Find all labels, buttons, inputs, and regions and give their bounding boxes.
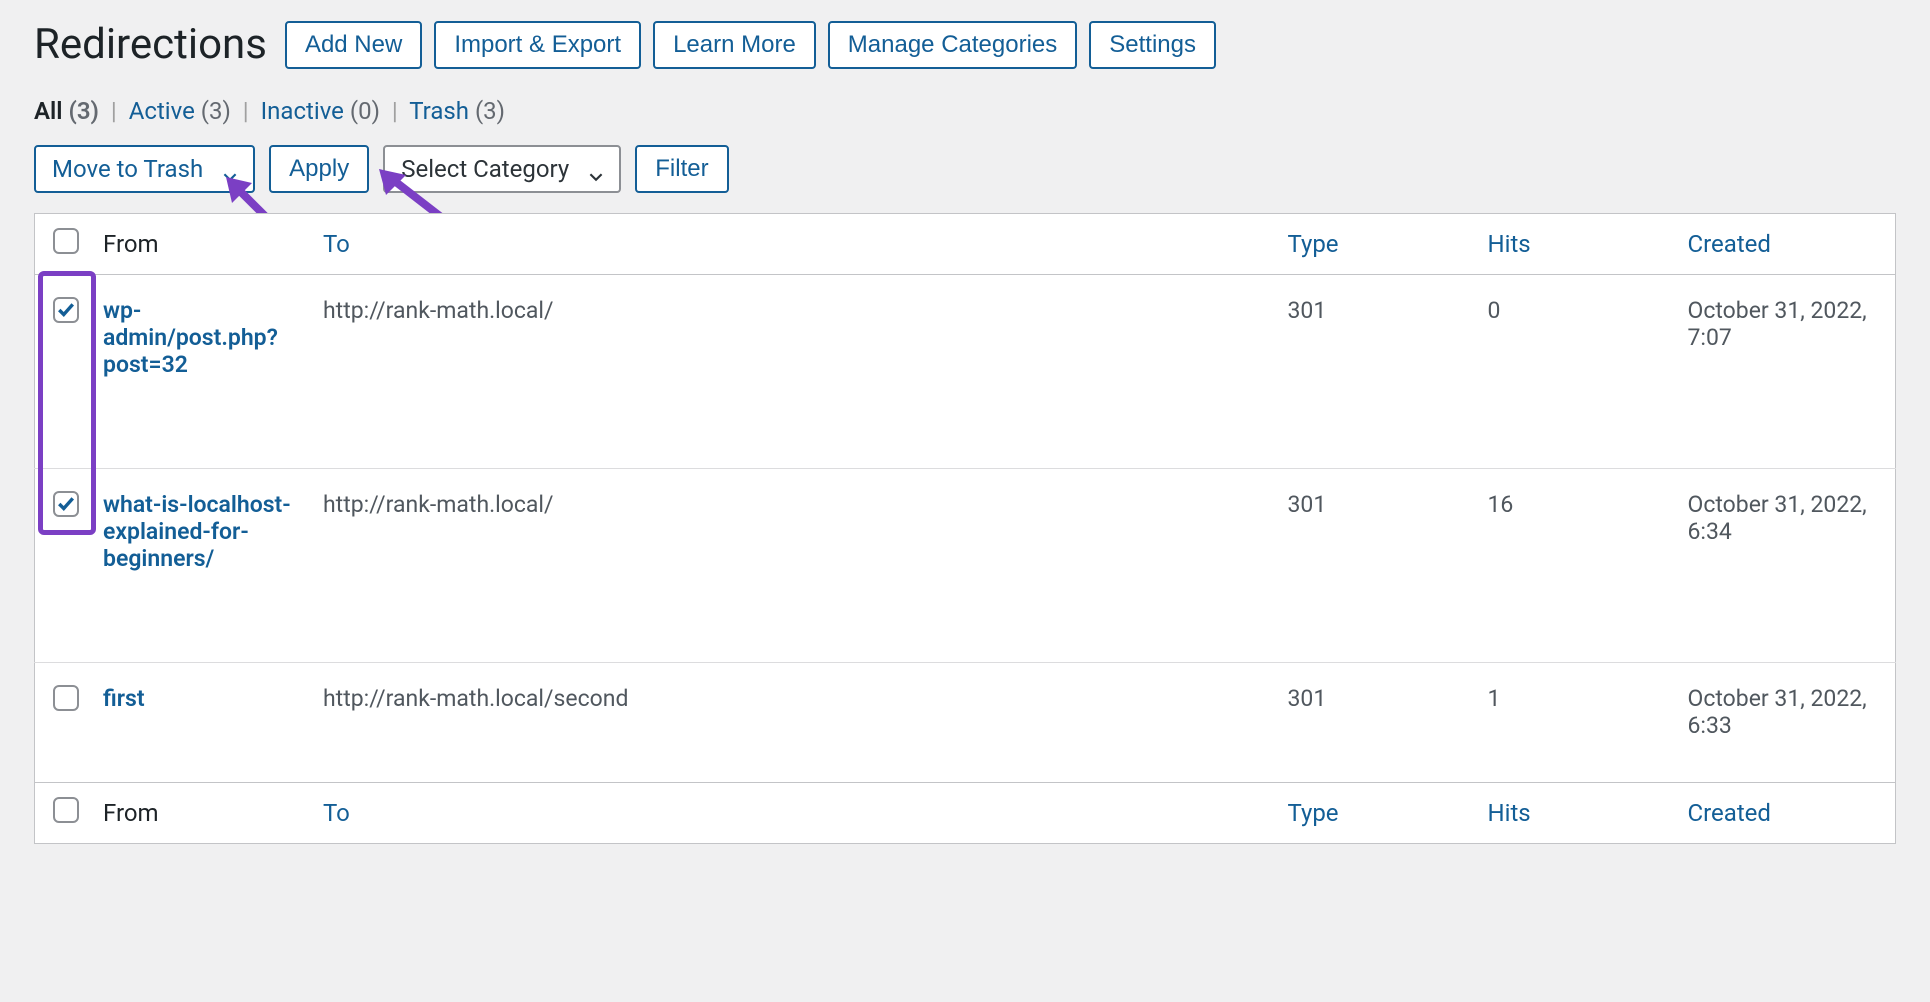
column-hits[interactable]: Hits [1476, 214, 1676, 275]
filter-button[interactable]: Filter [635, 145, 728, 193]
select-category-select[interactable]: Select Category [383, 145, 621, 193]
bulk-action-label: Move to Trash [52, 155, 203, 183]
status-filters: All (3) | Active (3) | Inactive (0) | Tr… [34, 97, 1896, 125]
manage-categories-button[interactable]: Manage Categories [828, 21, 1077, 69]
redirections-table: From To Type Hits Created wp-admin/post.… [34, 213, 1896, 844]
from-link[interactable]: wp-admin/post.php?post=32 [103, 297, 278, 378]
table-row: wp-admin/post.php?post=32 http://rank-mat… [35, 275, 1896, 469]
import-export-button[interactable]: Import & Export [434, 21, 641, 69]
to-cell: http://rank-math.local/second [311, 663, 1276, 783]
select-category-label: Select Category [401, 155, 569, 183]
learn-more-button[interactable]: Learn More [653, 21, 816, 69]
filter-trash[interactable]: Trash (3) [409, 97, 505, 125]
hits-cell: 16 [1476, 469, 1676, 663]
table-row: first http://rank-math.local/second3011Oc… [35, 663, 1896, 783]
filter-active[interactable]: Active (3) [129, 97, 237, 125]
type-cell: 301 [1276, 469, 1476, 663]
hits-cell: 0 [1476, 275, 1676, 469]
filter-inactive[interactable]: Inactive (0) [261, 97, 386, 125]
created-cell: October 31, 2022, 7:07 [1676, 275, 1896, 469]
hits-cell: 1 [1476, 663, 1676, 783]
add-new-button[interactable]: Add New [285, 21, 422, 69]
created-cell: October 31, 2022, 6:33 [1676, 663, 1896, 783]
apply-button[interactable]: Apply [269, 145, 369, 193]
column-type-footer[interactable]: Type [1276, 783, 1476, 844]
settings-button[interactable]: Settings [1089, 21, 1216, 69]
column-hits-footer[interactable]: Hits [1476, 783, 1676, 844]
row-checkbox[interactable] [53, 685, 79, 711]
select-all-checkbox[interactable] [53, 228, 79, 254]
column-to[interactable]: To [311, 214, 1276, 275]
to-cell: http://rank-math.local/ [311, 275, 1276, 469]
bulk-action-select[interactable]: Move to Trash [34, 145, 255, 193]
column-created-footer[interactable]: Created [1676, 783, 1896, 844]
row-checkbox[interactable] [53, 491, 79, 517]
to-cell: http://rank-math.local/ [311, 469, 1276, 663]
chevron-down-icon [223, 162, 237, 176]
type-cell: 301 [1276, 663, 1476, 783]
filter-all[interactable]: All (3) [34, 97, 105, 125]
column-from-footer[interactable]: From [91, 783, 311, 844]
column-type[interactable]: Type [1276, 214, 1476, 275]
from-link[interactable]: what-is-localhost-explained-for-beginner… [103, 491, 291, 572]
chevron-down-icon [589, 162, 603, 176]
select-all-checkbox-footer[interactable] [53, 797, 79, 823]
column-from[interactable]: From [91, 214, 311, 275]
column-to-footer[interactable]: To [311, 783, 1276, 844]
type-cell: 301 [1276, 275, 1476, 469]
row-checkbox[interactable] [53, 297, 79, 323]
created-cell: October 31, 2022, 6:34 [1676, 469, 1896, 663]
table-row: what-is-localhost-explained-for-beginner… [35, 469, 1896, 663]
column-created[interactable]: Created [1676, 214, 1896, 275]
from-link[interactable]: first [103, 685, 145, 712]
page-title: Redirections [34, 20, 267, 69]
